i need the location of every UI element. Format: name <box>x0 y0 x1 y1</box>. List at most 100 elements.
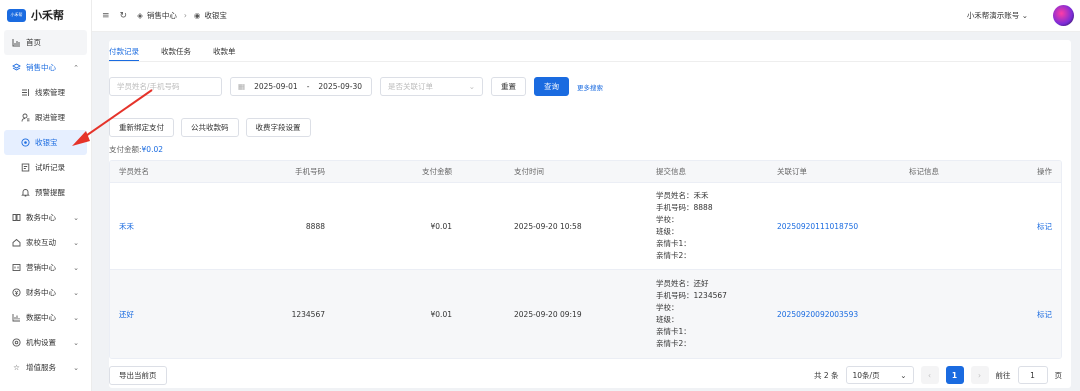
sidebar-item-data-center[interactable]: 数据中心 ⌄ <box>4 305 87 330</box>
student-name-link[interactable]: 还好 <box>110 309 205 320</box>
chevron-down-icon: ⌄ <box>73 313 79 322</box>
pagination-controls: 共 2 条 10条/页 ⌄ ‹ 1 › 前往 1 页 <box>814 366 1062 384</box>
tab-payment-records[interactable]: 付款记录 <box>109 46 139 61</box>
chevron-up-icon: ⌃ <box>73 63 79 72</box>
cashier-icon: ◉ <box>193 11 201 20</box>
chevron-down-icon: ⌄ <box>1021 11 1028 20</box>
sidebar-item-marketing-center[interactable]: 营销中心 ⌄ <box>4 255 87 280</box>
layers-icon: ◈ <box>137 11 143 20</box>
payment-table: 学员姓名 手机号码 支付金额 支付时间 提交信息 关联订单 标记信息 操作 禾禾… <box>109 160 1062 359</box>
chevron-down-icon: ⌄ <box>73 288 79 297</box>
avatar[interactable] <box>1053 5 1074 26</box>
record-icon <box>21 163 30 172</box>
rebind-payment-button[interactable]: 重新绑定支付 <box>109 118 174 137</box>
fee-field-settings-button[interactable]: 收费字段设置 <box>245 118 311 137</box>
sidebar-item-trial-records[interactable]: 试听记录 <box>4 155 87 180</box>
linked-order-select[interactable]: 是否关联订单 ⌄ <box>380 77 483 96</box>
sidebar-item-label: 机构设置 <box>26 338 56 347</box>
sidebar-item-label: 增值服务 <box>26 363 56 372</box>
sidebar-item-home-school[interactable]: 家校互动 ⌄ <box>4 230 87 255</box>
mark-button[interactable]: 标记 <box>1009 221 1061 232</box>
tab-receipts[interactable]: 收款单 <box>213 46 236 61</box>
home-icon <box>12 238 21 247</box>
prev-page-button[interactable]: ‹ <box>920 366 939 384</box>
table-row: 禾禾 8888 ¥0.01 2025-09-20 10:58 学员姓名：禾禾 手… <box>110 183 1061 270</box>
more-search-link[interactable]: 更多搜索 <box>577 82 603 92</box>
sidebar-item-cashier[interactable]: 收银宝 <box>4 130 87 155</box>
sidebar-item-academic-center[interactable]: 教务中心 ⌄ <box>4 205 87 230</box>
page-size-select[interactable]: 10条/页 ⌄ <box>845 366 914 384</box>
date-start: 2025-09-01 <box>254 82 298 91</box>
info-line: 学校： <box>656 215 679 224</box>
sidebar-item-label: 跟进管理 <box>35 113 65 122</box>
info-line: 班级： <box>656 315 679 324</box>
info-line: 亲情卡2： <box>656 339 691 348</box>
pagination: 导出当前页 共 2 条 10条/页 ⌄ ‹ 1 › 前往 1 页 <box>109 365 1062 385</box>
action-bar: 重新绑定支付 公共收款码 收费字段设置 <box>109 118 311 137</box>
sidebar-item-home[interactable]: 首页 <box>4 30 87 55</box>
sidebar-item-follow-up[interactable]: 跟进管理 <box>4 105 87 130</box>
app-name: 小禾帮 <box>31 9 64 22</box>
refresh-icon[interactable]: ↻ <box>120 11 128 21</box>
header-operation: 操作 <box>1037 167 1052 176</box>
page-number-button[interactable]: 1 <box>945 366 964 384</box>
page-suffix: 页 <box>1054 370 1063 380</box>
book-icon <box>12 213 21 222</box>
sidebar-item-label: 财务中心 <box>26 288 56 297</box>
mark-button[interactable]: 标记 <box>1009 309 1061 320</box>
app-logo[interactable]: 小禾帮 小禾帮 <box>0 0 91 30</box>
time-cell: 2025-09-20 09:19 <box>514 309 582 319</box>
info-line: 学校： <box>656 303 679 312</box>
reset-button[interactable]: 重置 <box>491 77 526 96</box>
sidebar-item-alerts[interactable]: 预警提醒 <box>4 180 87 205</box>
chevron-down-icon: ⌄ <box>73 238 79 247</box>
export-page-button[interactable]: 导出当前页 <box>109 365 167 385</box>
search-button[interactable]: 查询 <box>534 77 569 96</box>
sidebar-item-org-settings[interactable]: 机构设置 ⌄ <box>4 330 87 355</box>
sidebar-item-label: 收银宝 <box>35 138 58 147</box>
sidebar-item-value-added[interactable]: ☆ 增值服务 ⌄ <box>4 355 87 380</box>
phone-cell: 8888 <box>305 221 325 231</box>
account-menu[interactable]: 小禾帮演示账号 ⌄ <box>967 10 1028 21</box>
date-end: 2025-09-30 <box>318 82 362 91</box>
chevron-right-icon: › <box>183 11 187 20</box>
info-line: 学员姓名：禾禾 <box>656 191 709 200</box>
table-header: 学员姓名 手机号码 支付金额 支付时间 提交信息 关联订单 标记信息 操作 <box>110 161 1061 183</box>
goto-page-input[interactable]: 1 <box>1017 366 1048 384</box>
sidebar-item-clue-management[interactable]: 线索管理 <box>4 80 87 105</box>
payment-total-label: 支付金额: <box>109 145 142 154</box>
chevron-down-icon: ⌄ <box>900 370 907 380</box>
sidebar-item-label: 营销中心 <box>26 263 56 272</box>
public-payment-code-button[interactable]: 公共收款码 <box>181 118 239 137</box>
sidebar-item-label: 首页 <box>26 38 41 47</box>
sidebar-item-label: 教务中心 <box>26 213 56 222</box>
info-line: 亲情卡1： <box>656 327 691 336</box>
next-page-button[interactable]: › <box>970 366 989 384</box>
breadcrumb-cashier: 收银宝 <box>204 11 227 20</box>
menu-toggle-icon[interactable]: ≡ <box>102 11 110 21</box>
tab-bar: 付款记录 收款任务 收款单 <box>109 40 1071 62</box>
linked-order-link[interactable]: 20250920111018750 <box>777 222 909 231</box>
linked-order-link[interactable]: 20250920092003593 <box>777 310 909 319</box>
submitted-info-cell: 学员姓名：还好 手机号码：1234567 学校： 班级： 亲情卡1： 亲情卡2： <box>646 278 777 350</box>
table-row: 还好 1234567 ¥0.01 2025-09-20 09:19 学员姓名：还… <box>110 270 1061 358</box>
chevron-down-icon: ⌄ <box>73 263 79 272</box>
info-line: 班级： <box>656 227 679 236</box>
breadcrumb-sales-center[interactable]: 销售中心 <box>147 10 177 21</box>
payment-total: 支付金额:¥0.02 <box>109 144 163 155</box>
sidebar-item-finance-center[interactable]: 财务中心 ⌄ <box>4 280 87 305</box>
amount-cell: ¥0.01 <box>430 221 452 231</box>
header-amount: 支付金额 <box>422 167 452 176</box>
info-line: 手机号码：1234567 <box>656 291 727 300</box>
sidebar-item-sales-center[interactable]: 销售中心 ⌃ <box>4 55 87 80</box>
tab-collection-tasks[interactable]: 收款任务 <box>161 46 191 61</box>
sidebar-item-label: 销售中心 <box>26 63 56 72</box>
student-name-link[interactable]: 禾禾 <box>110 221 205 232</box>
sidebar-item-label: 预警提醒 <box>35 188 65 197</box>
layers-icon <box>12 63 21 72</box>
date-range-picker[interactable]: ▦ 2025-09-01 - 2025-09-30 <box>230 77 372 96</box>
chevron-down-icon: ⌄ <box>73 213 79 222</box>
header-linked-order: 关联订单 <box>777 167 807 176</box>
goto-label: 前往 <box>995 370 1011 380</box>
student-search-input[interactable]: 学员姓名/手机号码 <box>109 77 222 96</box>
